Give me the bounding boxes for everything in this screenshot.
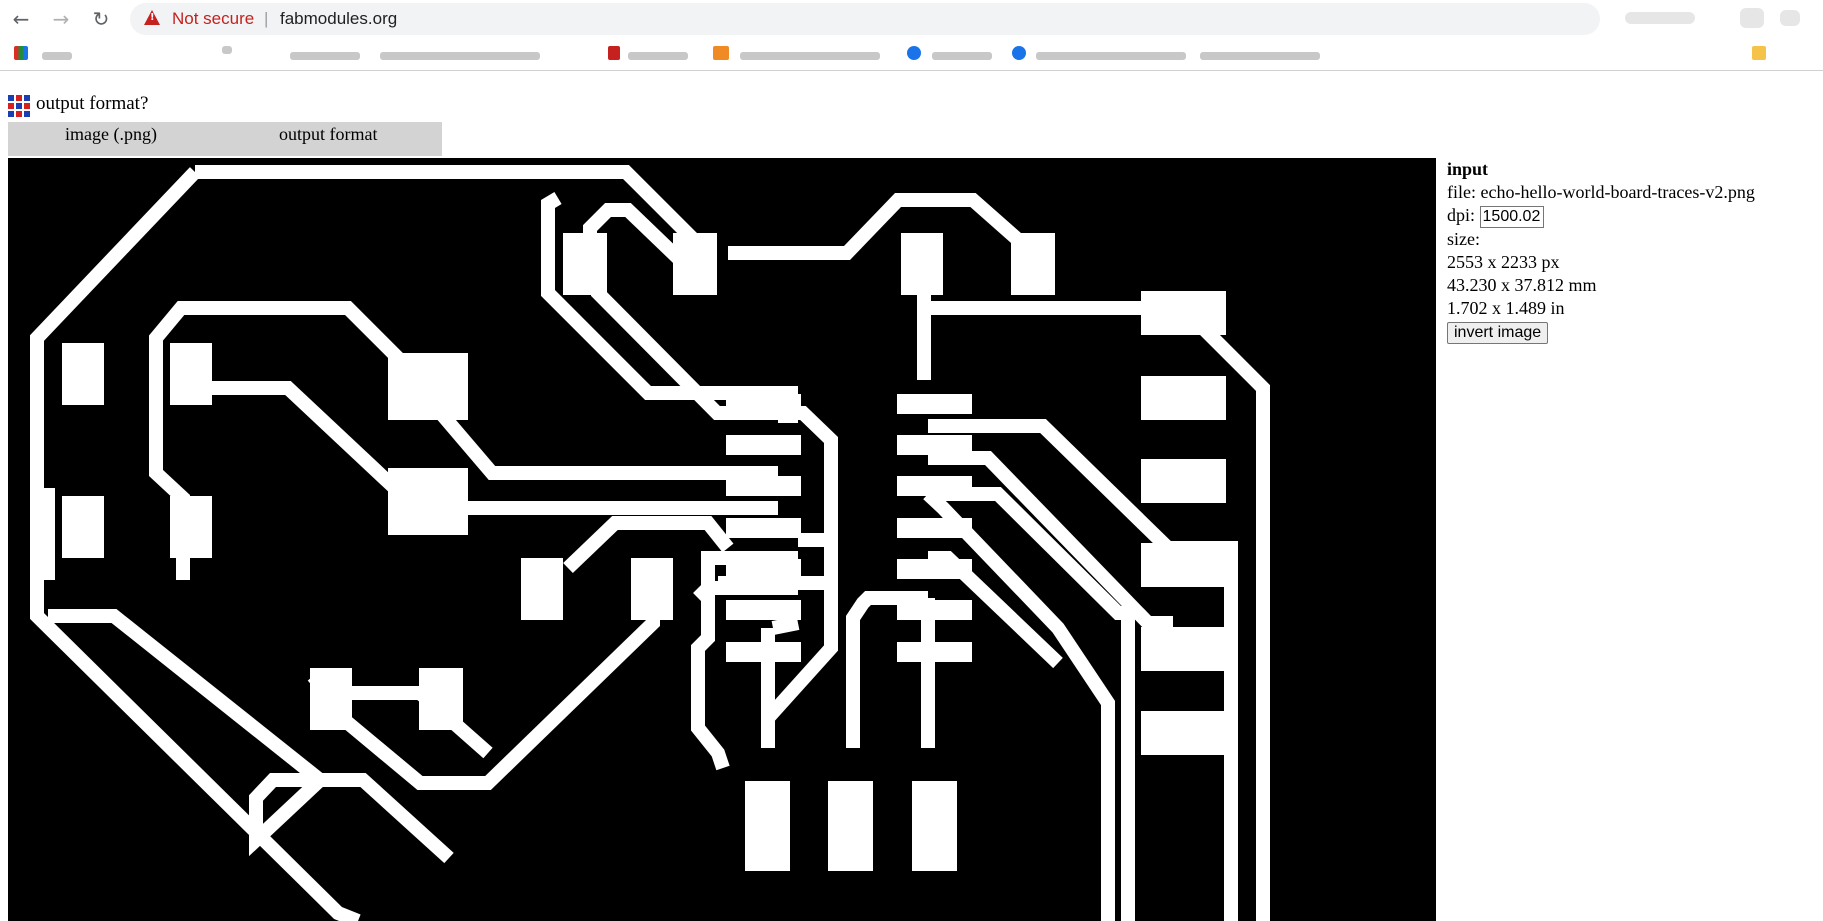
input-panel: input file: echo-hello-world-board-trace… xyxy=(1447,158,1817,344)
dpi-input[interactable] xyxy=(1479,205,1544,228)
reload-icon[interactable]: ↻ xyxy=(88,6,114,32)
url-separator: | xyxy=(264,9,269,28)
extension-icon[interactable] xyxy=(1625,12,1695,24)
file-row: file: echo-hello-world-board-traces-v2.p… xyxy=(1447,181,1817,204)
address-bar[interactable]: Not secure | fabmodules.org xyxy=(130,3,1600,35)
bookmark-label[interactable] xyxy=(42,52,72,60)
url-text[interactable]: fabmodules.org xyxy=(280,9,397,29)
arrow-right-icon[interactable]: → xyxy=(48,6,74,32)
bookmark-label[interactable] xyxy=(932,52,992,60)
apps-icon[interactable] xyxy=(14,46,28,60)
invert-image-button[interactable]: invert image xyxy=(1447,321,1549,344)
bookmark-label[interactable] xyxy=(290,52,360,60)
size-in: 1.702 x 1.489 in xyxy=(1447,297,1565,318)
bookmark-label[interactable] xyxy=(1036,52,1186,60)
bookmarks-bar xyxy=(0,40,1823,71)
bookmark-label[interactable] xyxy=(380,52,540,60)
format-menu: image (.png) output format xyxy=(8,122,442,156)
bookmark-icon[interactable] xyxy=(1012,46,1026,60)
security-status: Not secure xyxy=(172,9,255,28)
profile-icon[interactable] xyxy=(1740,8,1764,28)
bookmark-icon[interactable] xyxy=(713,46,729,60)
browser-toolbar: ← → ↻ Not secure | fabmodules.org xyxy=(0,0,1823,38)
warning-icon xyxy=(144,10,160,25)
bookmark-icon[interactable] xyxy=(608,46,620,60)
bookmark-label[interactable] xyxy=(740,52,880,60)
dpi-label: dpi: xyxy=(1447,205,1476,225)
pcb-traces-drawing xyxy=(30,165,1270,921)
size-px: 2553 x 2233 px xyxy=(1447,251,1560,272)
bookmark-label[interactable] xyxy=(628,52,688,60)
bookmark-label[interactable] xyxy=(1200,52,1320,60)
menu-icon[interactable] xyxy=(1780,10,1800,26)
dpi-row: dpi: xyxy=(1447,204,1817,228)
page-title: output format? xyxy=(36,93,149,114)
input-heading: input xyxy=(1447,159,1489,179)
bookmark-label[interactable] xyxy=(222,46,232,54)
file-name: echo-hello-world-board-traces-v2.png xyxy=(1480,182,1755,202)
file-label: file: xyxy=(1447,182,1476,202)
bookmark-icon[interactable] xyxy=(1752,46,1766,60)
fabmodules-logo-icon xyxy=(8,95,30,117)
bookmark-icon[interactable] xyxy=(907,46,921,60)
size-label: size: xyxy=(1447,228,1480,249)
size-mm: 43.230 x 37.812 mm xyxy=(1447,274,1597,295)
format-option-output[interactable]: output format xyxy=(279,124,377,145)
pcb-traces-image xyxy=(8,158,1436,921)
format-option-png[interactable]: image (.png) xyxy=(65,124,157,145)
arrow-left-icon[interactable]: ← xyxy=(8,6,34,32)
